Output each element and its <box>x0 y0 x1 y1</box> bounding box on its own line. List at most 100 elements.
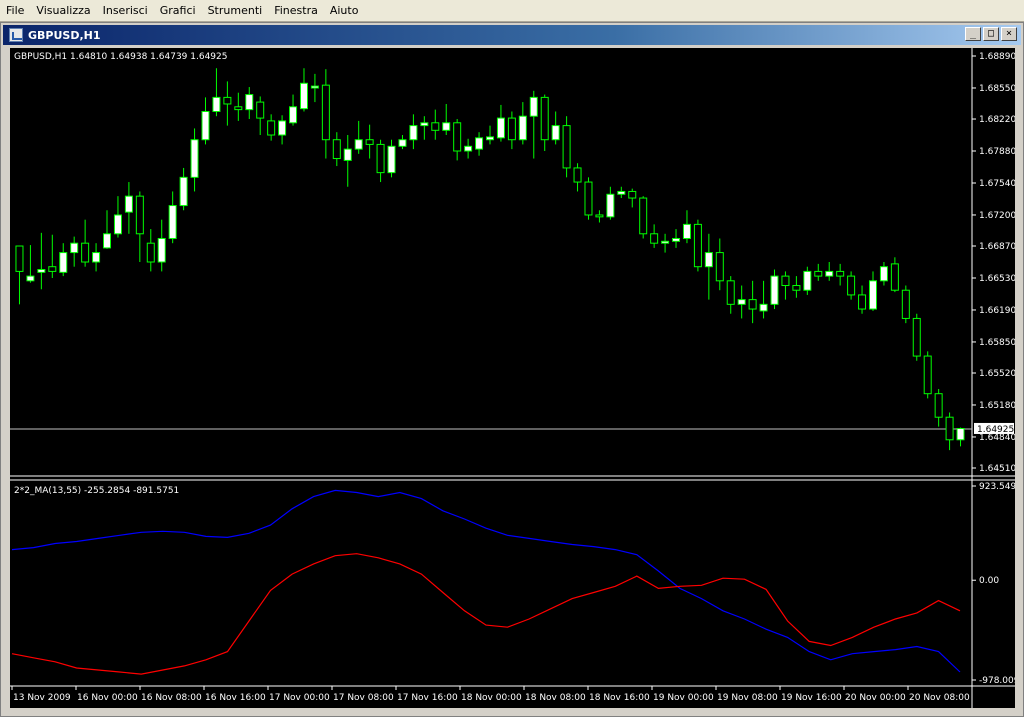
candle-body <box>15 245 24 272</box>
candle-body <box>59 252 68 273</box>
candle-body <box>365 139 374 145</box>
candle-body <box>124 195 133 213</box>
candle-body <box>256 101 265 119</box>
candle-body <box>672 237 681 242</box>
candle-body <box>354 139 363 150</box>
candle-body <box>332 139 341 160</box>
candle-body <box>726 280 735 305</box>
candle-body <box>113 214 122 235</box>
price-tick-label: 1.65180 <box>979 401 1015 411</box>
candle-body <box>945 416 954 441</box>
candle-body <box>584 181 593 216</box>
candle-body <box>617 190 626 195</box>
candle-body <box>234 106 243 111</box>
menu-item-aiuto[interactable]: Aiuto <box>324 1 365 21</box>
price-tick-label: 1.68550 <box>979 84 1015 94</box>
candle-body <box>70 242 79 254</box>
menu-item-grafici[interactable]: Grafici <box>154 1 202 21</box>
menu-item-file[interactable]: File <box>0 1 30 21</box>
candle-body <box>518 115 527 141</box>
price-tick-label: 1.66870 <box>979 242 1015 252</box>
candle-body <box>223 96 232 105</box>
window-titlebar[interactable]: GBPUSD,H1 _ □ × <box>3 25 1021 45</box>
price-tick-label: 1.64510 <box>979 464 1015 474</box>
time-tick-label: 19 Nov 08:00 <box>717 693 778 703</box>
time-tick-label: 13 Nov 2009 <box>13 693 71 703</box>
candle-body <box>825 270 834 277</box>
time-tick-label: 18 Nov 00:00 <box>461 693 522 703</box>
time-tick-label: 17 Nov 00:00 <box>269 693 330 703</box>
candle-body <box>595 214 604 218</box>
candle-body <box>26 275 35 282</box>
candle-body <box>879 266 888 282</box>
candle-body <box>376 143 385 174</box>
indicator-tick-label: -978.009 <box>979 676 1015 686</box>
candle-body <box>431 122 440 131</box>
candle-body <box>737 299 746 305</box>
candle-body <box>693 223 702 268</box>
time-tick-label: 20 Nov 08:00 <box>909 693 970 703</box>
menu-item-visualizza[interactable]: Visualizza <box>30 1 96 21</box>
candle-body <box>847 275 856 296</box>
candle-body <box>420 122 429 127</box>
candle-body <box>551 125 560 141</box>
candle-body <box>934 393 943 418</box>
time-tick-label: 16 Nov 16:00 <box>205 693 266 703</box>
candle-body <box>748 299 757 310</box>
chart-canvas[interactable]: 1.68890 1.68550 1.68220 1.67880 1.67540 1.672… <box>10 48 1022 708</box>
candle-body <box>343 148 352 161</box>
indicator-tick-label: 923.5496 <box>979 482 1015 492</box>
close-button[interactable]: × <box>1001 27 1017 41</box>
menu-item-inserisci[interactable]: Inserisci <box>97 1 154 21</box>
chart-area[interactable]: 1.68890 1.68550 1.68220 1.67880 1.67540 1.672… <box>10 48 1022 708</box>
candle-body <box>781 275 790 287</box>
candle-body <box>190 139 199 178</box>
chart-window-icon <box>9 28 23 42</box>
candle-body <box>278 120 287 136</box>
price-tick-label: 1.68220 <box>979 115 1015 125</box>
candle-body <box>168 205 177 239</box>
candle-body <box>475 137 484 150</box>
menu-item-strumenti[interactable]: Strumenti <box>202 1 269 21</box>
candle-body <box>759 303 768 312</box>
candle-body <box>868 280 877 310</box>
time-tick-label: 20 Nov 00:00 <box>845 693 906 703</box>
candle-body <box>157 237 166 263</box>
candle-body <box>453 122 462 152</box>
price-tick-label: 1.65520 <box>979 369 1015 379</box>
time-tick-label: 18 Nov 08:00 <box>525 693 586 703</box>
candle-body <box>464 145 473 152</box>
candle-body <box>573 167 582 183</box>
candle-body <box>135 195 144 235</box>
candle-body <box>661 240 670 244</box>
time-tick-label: 16 Nov 00:00 <box>77 693 138 703</box>
minimize-button[interactable]: _ <box>965 27 981 41</box>
menu-item-finestra[interactable]: Finestra <box>268 1 324 21</box>
candle-body <box>923 355 932 395</box>
candle-body <box>858 294 867 310</box>
candle-body <box>48 266 57 272</box>
candle-body <box>485 136 495 141</box>
candle-body <box>409 125 418 141</box>
candle-body <box>956 427 965 441</box>
candle-body <box>606 193 615 218</box>
candle-body <box>890 263 899 291</box>
candle-body <box>650 233 659 244</box>
indicator-tick-label: 0.00 <box>979 576 999 586</box>
price-tick-label: 1.67880 <box>979 147 1015 157</box>
candle-body <box>310 85 319 89</box>
window-title: GBPUSD,H1 <box>28 28 101 42</box>
candle-body <box>289 106 298 124</box>
candle-body <box>507 117 516 141</box>
maximize-button[interactable]: □ <box>983 27 999 41</box>
candle-body <box>146 242 155 263</box>
candle-body <box>398 139 407 147</box>
candle-body <box>81 242 90 263</box>
candle-body <box>704 252 713 268</box>
candle-body <box>715 252 724 282</box>
time-tick-label: 17 Nov 16:00 <box>397 693 458 703</box>
candle-body <box>639 197 648 235</box>
indicator-series-1 <box>11 553 961 675</box>
time-tick-label: 18 Nov 16:00 <box>589 693 650 703</box>
candle-body <box>179 176 188 207</box>
